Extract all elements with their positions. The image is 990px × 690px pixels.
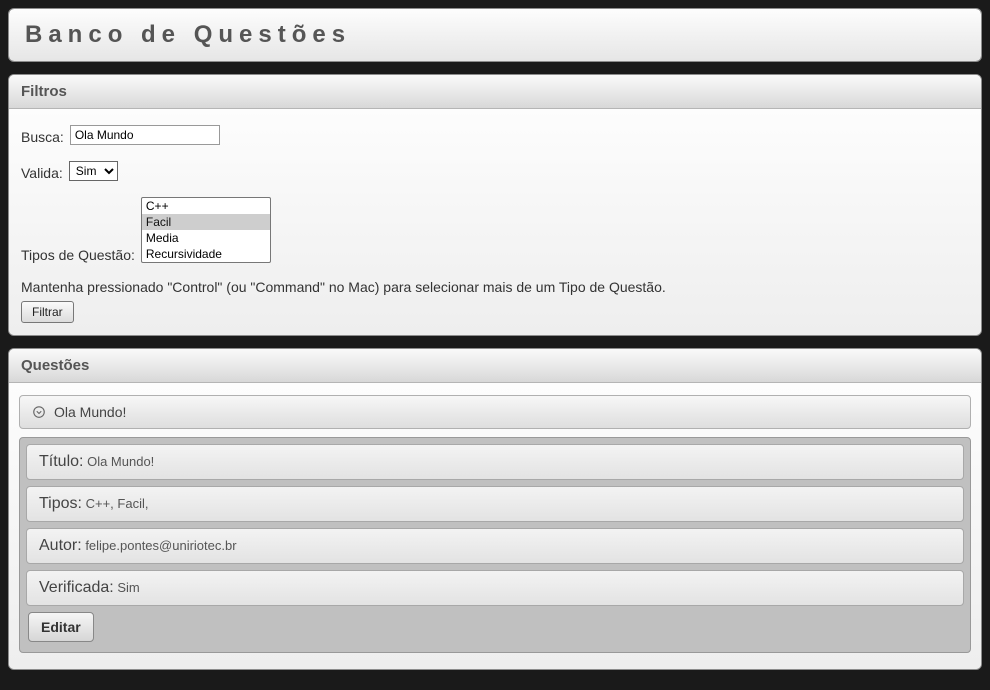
- detail-actions: Editar: [26, 612, 964, 642]
- titulo-value: Ola Mundo!: [87, 454, 154, 469]
- page-title-panel: Banco de Questões: [8, 8, 982, 62]
- questions-header: Questões: [9, 349, 981, 383]
- filter-button[interactable]: Filtrar: [21, 301, 74, 323]
- valid-select[interactable]: Sim Não: [69, 161, 118, 181]
- types-multiselect[interactable]: C++ Facil Media Recursividade: [141, 197, 271, 263]
- page-title: Banco de Questões: [9, 9, 981, 61]
- autor-label: Autor:: [39, 537, 82, 554]
- type-option-cpp[interactable]: C++: [142, 198, 270, 214]
- type-option-facil[interactable]: Facil: [142, 214, 270, 230]
- types-row: Tipos de Questão: C++ Facil Media Recurs…: [21, 197, 969, 263]
- tipos-value: C++, Facil,: [86, 496, 149, 511]
- detail-row-verificada: Verificada: Sim: [26, 570, 964, 606]
- chevron-down-icon: [32, 405, 46, 419]
- questions-panel: Questões Ola Mundo! Título: Ola Mundo! T…: [8, 348, 982, 670]
- valid-label: Valida:: [21, 165, 63, 181]
- type-option-recursividade[interactable]: Recursividade: [142, 246, 270, 262]
- question-accordion-header[interactable]: Ola Mundo!: [19, 395, 971, 429]
- detail-row-tipos: Tipos: C++, Facil,: [26, 486, 964, 522]
- edit-button[interactable]: Editar: [28, 612, 94, 642]
- search-input[interactable]: [70, 125, 220, 145]
- filters-body: Busca: Valida: Sim Não Tipos de Questão:…: [9, 109, 981, 335]
- filters-panel: Filtros Busca: Valida: Sim Não Tipos de …: [8, 74, 982, 336]
- types-label: Tipos de Questão:: [21, 247, 135, 263]
- type-option-media[interactable]: Media: [142, 230, 270, 246]
- question-details: Título: Ola Mundo! Tipos: C++, Facil, Au…: [19, 437, 971, 653]
- detail-row-titulo: Título: Ola Mundo!: [26, 444, 964, 480]
- verificada-value: Sim: [117, 580, 139, 595]
- question-title: Ola Mundo!: [54, 404, 126, 420]
- search-row: Busca:: [21, 125, 969, 145]
- verificada-label: Verificada:: [39, 579, 114, 596]
- filters-header: Filtros: [9, 75, 981, 109]
- search-label: Busca:: [21, 129, 64, 145]
- tipos-label: Tipos:: [39, 495, 82, 512]
- titulo-label: Título:: [39, 453, 83, 470]
- detail-row-autor: Autor: felipe.pontes@uniriotec.br: [26, 528, 964, 564]
- questions-body: Ola Mundo! Título: Ola Mundo! Tipos: C++…: [9, 383, 981, 669]
- types-help-text: Mantenha pressionado "Control" (ou "Comm…: [21, 279, 969, 295]
- autor-value: felipe.pontes@uniriotec.br: [85, 538, 236, 553]
- valid-row: Valida: Sim Não: [21, 161, 969, 181]
